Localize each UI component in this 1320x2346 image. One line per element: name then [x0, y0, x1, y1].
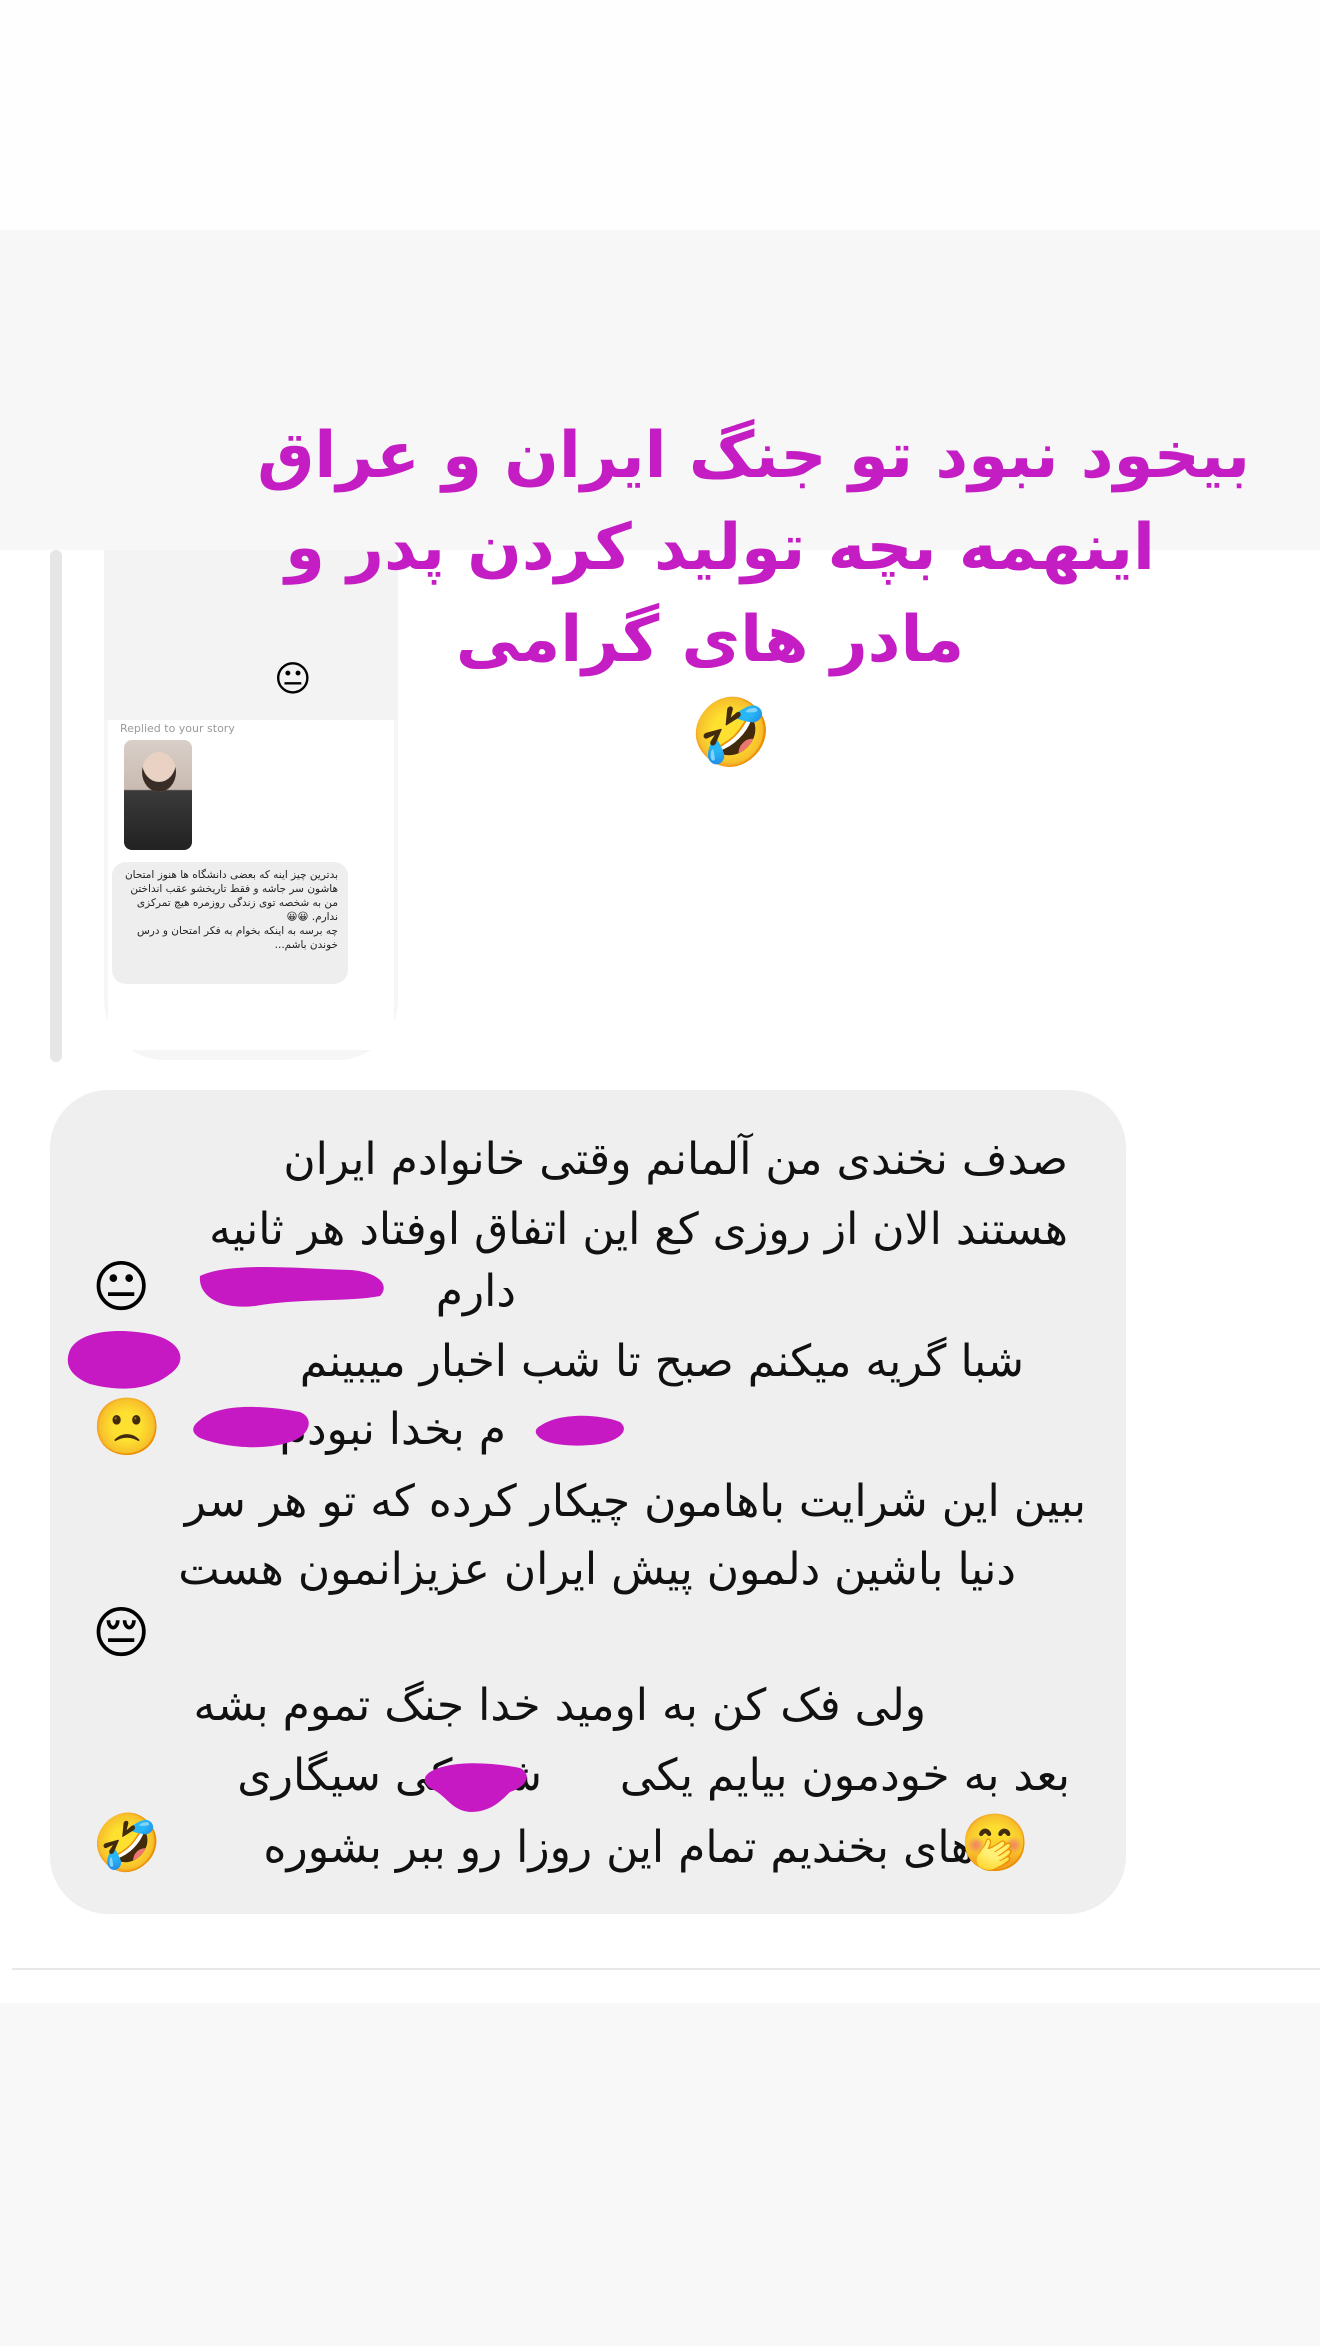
message-bubble[interactable]: صدف نخندی من آلمانم وقتی خانوادم ایران ه…	[50, 1090, 1126, 1914]
story-thumbnail[interactable]	[124, 740, 192, 850]
rolling-laughing-emoji: 🤣	[690, 694, 773, 771]
story-headline-text: بیخود نبود تو جنگ ایران و عراق اینهمه بچ…	[150, 410, 1270, 686]
reply-indicator-line	[50, 550, 62, 1062]
headline-line-1: بیخود نبود تو جنگ ایران و عراق	[257, 419, 1250, 493]
redaction-scribble-5	[424, 1763, 527, 1812]
redaction-scribbles	[67, 1267, 624, 1812]
divider	[12, 1968, 1320, 1970]
headline-line-3: مادر های گرامی	[455, 603, 965, 677]
top-blank-area	[0, 0, 1320, 230]
quoted-message-bubble: بدترین چیز اینه که بعضی دانشگاه ها هنوز …	[112, 862, 348, 984]
bottom-blank-area	[0, 2003, 1320, 2346]
redaction-scribble-3	[193, 1406, 309, 1448]
redaction-scribble-2	[67, 1331, 181, 1389]
replied-to-story-label: Replied to your story	[120, 722, 235, 735]
redaction-scribble-1	[199, 1267, 384, 1307]
person-photo	[142, 752, 176, 792]
headline-line-2: اینهمه بچه تولید کردن پدر و	[285, 511, 1155, 585]
redaction-scribble-4	[535, 1415, 624, 1446]
